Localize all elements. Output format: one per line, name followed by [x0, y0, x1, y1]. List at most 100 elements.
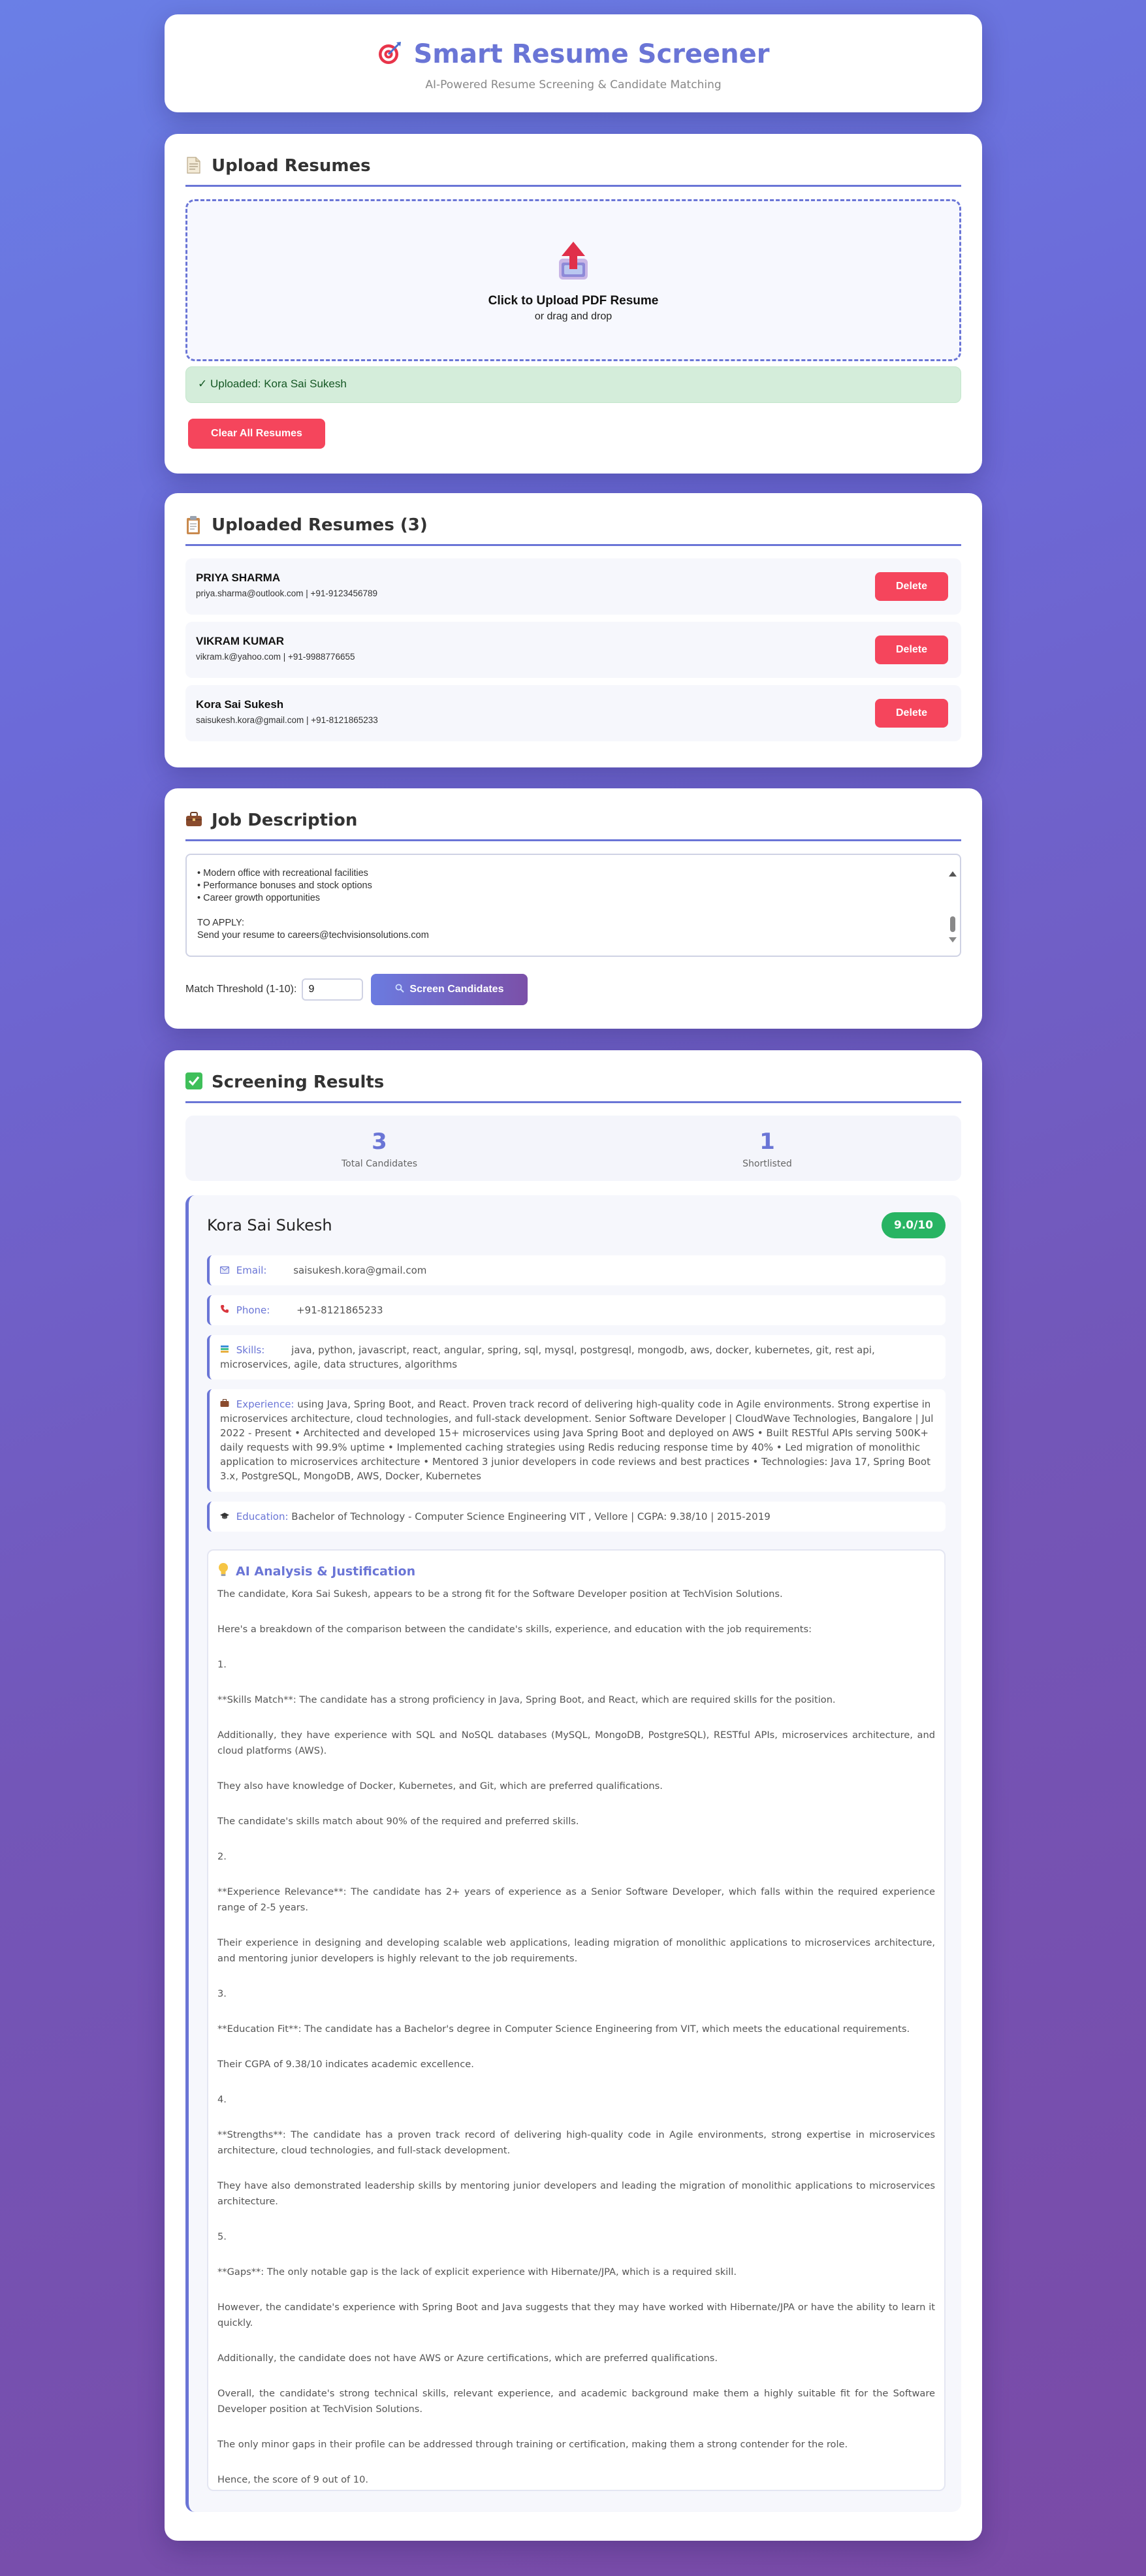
- upload-card: Upload Resumes Click to Upload PDF Resum…: [165, 134, 982, 474]
- candidate-experience-field: Experience: using Java, Spring Boot, and…: [207, 1389, 946, 1492]
- briefcase-icon: [220, 1397, 231, 1411]
- total-candidates-label: Total Candidates: [341, 1159, 417, 1169]
- screening-results-card: Screening Results 3 Total Candidates 1 S…: [165, 1050, 982, 2541]
- shortlisted-label: Shortlisted: [742, 1159, 792, 1169]
- upload-status-message: ✓ Uploaded: Kora Sai Sukesh: [185, 366, 961, 403]
- education-label: Education:: [236, 1511, 289, 1522]
- experience-label: Experience:: [236, 1398, 294, 1410]
- target-icon: [377, 40, 403, 69]
- analysis-paragraph: Their experience in designing and develo…: [217, 1937, 935, 1964]
- candidate-phone-field: Phone: +91-8121865233: [207, 1295, 946, 1325]
- analysis-paragraph: Additionally, the candidate does not hav…: [217, 2353, 718, 2364]
- analysis-paragraph: They also have knowledge of Docker, Kube…: [217, 1780, 663, 1792]
- threshold-row: Match Threshold (1-10): Screen Candidate…: [185, 974, 528, 1005]
- graduation-cap-icon: [220, 1509, 231, 1524]
- scrollbar-thumb[interactable]: [950, 916, 955, 932]
- email-label: Email:: [236, 1264, 267, 1276]
- analysis-paragraph: 4.: [217, 2094, 227, 2105]
- resume-name: VIKRAM KUMAR: [196, 635, 285, 647]
- page-icon: [185, 156, 202, 176]
- analysis-paragraph: The candidate, Kora Sai Sukesh, appears …: [217, 1588, 783, 1600]
- analysis-paragraph: **Skills Match**: The candidate has a st…: [217, 1694, 836, 1705]
- analysis-paragraph: Here's a breakdown of the comparison bet…: [217, 1624, 812, 1635]
- job-description-textarea[interactable]: • Modern office with recreational facili…: [185, 854, 961, 957]
- total-candidates-stat: 3 Total Candidates: [185, 1116, 573, 1181]
- shortlisted-stat: 1 Shortlisted: [573, 1116, 961, 1181]
- threshold-label: Match Threshold (1-10):: [185, 984, 297, 995]
- email-icon: [220, 1263, 231, 1278]
- analysis-paragraph: However, the candidate's experience with…: [217, 2302, 935, 2328]
- upload-dropzone[interactable]: Click to Upload PDF Resume or drag and d…: [185, 199, 961, 361]
- results-section-header: Screening Results: [185, 1072, 961, 1103]
- analysis-paragraph: 3.: [217, 1988, 227, 1999]
- results-section-title: Screening Results: [212, 1072, 385, 1092]
- ai-analysis-header: AI Analysis & Justification: [217, 1562, 935, 1580]
- analysis-paragraph: They have also demonstrated leadership s…: [217, 2180, 935, 2207]
- job-section-title: Job Description: [212, 811, 358, 830]
- analysis-paragraph: Overall, the candidate's strong technica…: [217, 2388, 935, 2415]
- ai-analysis-box: AI Analysis & Justification The candidat…: [207, 1549, 946, 2491]
- candidate-experience: using Java, Spring Boot, and React. Prov…: [220, 1398, 934, 1482]
- job-description-scrollbar[interactable]: [948, 859, 957, 952]
- analysis-paragraph: Additionally, they have experience with …: [217, 1730, 935, 1756]
- job-section-header: Job Description: [185, 811, 961, 841]
- search-icon: [395, 984, 405, 996]
- threshold-input[interactable]: [302, 978, 364, 1001]
- resume-contact: vikram.k@yahoo.com | +91-9988776655: [196, 652, 355, 662]
- dropzone-main-text: Click to Upload PDF Resume: [488, 294, 659, 308]
- analysis-paragraph: 1.: [217, 1659, 227, 1670]
- delete-resume-button[interactable]: Delete: [875, 572, 948, 601]
- ai-analysis-title: AI Analysis & Justification: [236, 1564, 416, 1579]
- score-badge: 9.0/10: [882, 1212, 946, 1238]
- candidate-name: Kora Sai Sukesh: [207, 1216, 332, 1234]
- lightbulb-icon: [217, 1562, 229, 1580]
- resume-contact: saisukesh.kora@gmail.com | +91-812186523…: [196, 715, 378, 725]
- resume-contact: priya.sharma@outlook.com | +91-912345678…: [196, 588, 378, 598]
- resume-name: Kora Sai Sukesh: [196, 698, 284, 711]
- total-candidates-count: 3: [372, 1129, 387, 1155]
- screen-candidates-button[interactable]: Screen Candidates: [371, 974, 528, 1005]
- analysis-paragraph: **Education Fit**: The candidate has a B…: [217, 2023, 910, 2035]
- delete-resume-button[interactable]: Delete: [875, 699, 948, 728]
- candidate-education: Bachelor of Technology - Computer Scienc…: [291, 1511, 771, 1522]
- results-stats: 3 Total Candidates 1 Shortlisted: [185, 1116, 961, 1181]
- briefcase-icon: [185, 811, 202, 830]
- ai-analysis-body: The candidate, Kora Sai Sukesh, appears …: [217, 1586, 935, 2488]
- skills-label: Skills:: [236, 1344, 265, 1356]
- resume-list-item: Kora Sai Sukesh saisukesh.kora@gmail.com…: [185, 685, 961, 741]
- resume-list-item: VIKRAM KUMAR vikram.k@yahoo.com | +91-99…: [185, 622, 961, 678]
- resumes-section-header: Uploaded Resumes (3): [185, 515, 961, 546]
- resumes-section-title: Uploaded Resumes (3): [212, 515, 428, 535]
- candidate-skills: java, python, javascript, react, angular…: [220, 1344, 875, 1370]
- resume-list-item: PRIYA SHARMA priya.sharma@outlook.com | …: [185, 558, 961, 615]
- phone-label: Phone:: [236, 1304, 270, 1316]
- clipboard-icon: [185, 515, 202, 535]
- analysis-paragraph: 5.: [217, 2231, 227, 2242]
- candidate-phone: +91-8121865233: [296, 1304, 383, 1316]
- books-icon: [220, 1343, 231, 1357]
- shortlisted-count: 1: [759, 1129, 775, 1155]
- candidate-email-field: Email: saisukesh.kora@gmail.com: [207, 1255, 946, 1285]
- checkmark-icon: [185, 1072, 202, 1092]
- analysis-paragraph: Their CGPA of 9.38/10 indicates academic…: [217, 2059, 474, 2070]
- upload-inbox-icon: [555, 240, 592, 282]
- resume-name: PRIYA SHARMA: [196, 572, 281, 584]
- dropzone-sub-text: or drag and drop: [534, 311, 613, 322]
- upload-section-header: Upload Resumes: [185, 156, 961, 187]
- candidate-card: Kora Sai Sukesh 9.0/10 Email: saisukesh.…: [185, 1195, 961, 2512]
- analysis-paragraph: **Gaps**: The only notable gap is the la…: [217, 2266, 737, 2278]
- clear-all-resumes-button[interactable]: Clear All Resumes: [188, 419, 325, 449]
- delete-resume-button[interactable]: Delete: [875, 636, 948, 664]
- job-description-text: • Modern office with recreational facili…: [197, 868, 429, 941]
- header-card: Smart Resume Screener AI-Powered Resume …: [165, 14, 982, 112]
- analysis-paragraph: Hence, the score of 9 out of 10.: [217, 2474, 369, 2485]
- analysis-paragraph: **Experience Relevance**: The candidate …: [217, 1886, 935, 1913]
- scroll-down-icon[interactable]: [949, 937, 957, 942]
- analysis-paragraph: **Strengths**: The candidate has a prove…: [217, 2129, 935, 2156]
- app-title: Smart Resume Screener: [413, 39, 770, 69]
- candidate-skills-field: Skills: java, python, javascript, react,…: [207, 1335, 946, 1379]
- scroll-up-icon[interactable]: [949, 871, 957, 877]
- upload-section-title: Upload Resumes: [212, 156, 371, 176]
- app-subtitle: AI-Powered Resume Screening & Candidate …: [425, 78, 722, 91]
- phone-icon: [220, 1303, 231, 1317]
